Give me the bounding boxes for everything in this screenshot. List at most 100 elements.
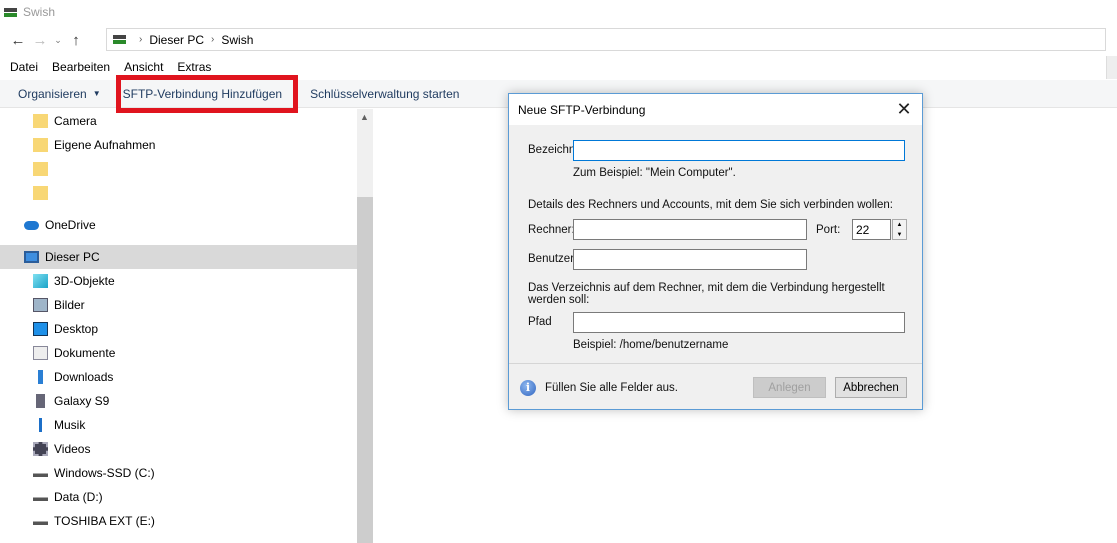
window-title: Swish: [23, 5, 56, 19]
breadcrumb-separator: ›: [139, 34, 143, 45]
folder-icon: [33, 138, 48, 152]
sidebar-item[interactable]: Dieser PC: [0, 245, 357, 269]
user-input[interactable]: [573, 249, 807, 270]
sidebar-item[interactable]: Videos: [0, 437, 357, 461]
folder-icon: [33, 162, 48, 176]
sidebar-item[interactable]: Musik: [0, 413, 357, 437]
computer-icon: [24, 251, 39, 263]
host-input[interactable]: [573, 219, 807, 240]
sidebar-item-label: TOSHIBA EXT (E:): [54, 514, 155, 528]
video-icon: [33, 442, 48, 456]
sidebar-item[interactable]: Desktop: [0, 317, 357, 341]
drive-icon: [33, 493, 48, 501]
sidebar-item[interactable]: Camera: [0, 109, 357, 133]
highlight-box: [116, 75, 298, 113]
cube-icon: [33, 274, 48, 288]
music-icon: [33, 418, 48, 432]
create-button[interactable]: Anlegen: [753, 377, 826, 398]
window-title-bar: Swish: [0, 0, 1117, 24]
sidebar-item-label: Data (D:): [54, 490, 103, 504]
dialog-title: Neue SFTP-Verbindung: [518, 102, 646, 117]
drive-icon: [33, 517, 48, 525]
sidebar-item[interactable]: TOSHIBA EXT (E:): [0, 509, 357, 533]
back-arrow-icon[interactable]: ←: [7, 32, 29, 49]
navigation-pane-scrollbar[interactable]: ▲: [357, 109, 373, 543]
sidebar-item-label: Eigene Aufnahmen: [54, 138, 156, 152]
sidebar-item-label: Videos: [54, 442, 91, 456]
info-icon: i: [520, 380, 536, 396]
sidebar-item-label: Musik: [54, 418, 86, 432]
path-input[interactable]: [573, 312, 905, 333]
sidebar-item-label: Camera: [54, 114, 97, 128]
sidebar-item[interactable]: [0, 181, 357, 205]
swish-drive-icon: [4, 7, 17, 17]
name-hint: Zum Beispiel: "Mein Computer".: [573, 167, 736, 179]
host-label: Rechner:: [528, 224, 575, 236]
pictures-icon: [33, 298, 48, 312]
key-manager-button[interactable]: Schlüsselverwaltung starten: [300, 81, 469, 107]
name-label: Bezeichn: [528, 144, 576, 156]
details-text: Details des Rechners und Accounts, mit d…: [528, 199, 893, 211]
address-scroll[interactable]: [1106, 56, 1117, 79]
menu-datei[interactable]: Datei: [10, 60, 38, 78]
breadcrumb-dieser-pc[interactable]: Dieser PC: [149, 33, 204, 47]
port-label: Port:: [816, 224, 841, 236]
path-label: Pfad: [528, 316, 552, 328]
sidebar-item[interactable]: [0, 157, 357, 181]
sidebar-item-label: Downloads: [54, 370, 114, 384]
new-sftp-connection-dialog: Neue SFTP-Verbindung ✕ Bezeichn Zum Beis…: [508, 93, 923, 410]
sidebar-item[interactable]: Data (D:): [0, 485, 357, 509]
key-manager-label: Schlüsselverwaltung starten: [310, 86, 460, 101]
sidebar-item-label: OneDrive: [45, 218, 96, 232]
sidebar-item[interactable]: OneDrive: [0, 213, 357, 237]
close-icon[interactable]: ✕: [892, 98, 916, 120]
organize-button[interactable]: Organisieren ▼: [0, 81, 111, 107]
navigation-bar: ← → ⌄ ↑ › Dieser PC › Swish: [0, 28, 1117, 79]
folder-icon: [33, 186, 48, 200]
cloud-icon: [24, 220, 39, 230]
status-message: Füllen Sie alle Felder aus.: [545, 382, 678, 394]
folder-icon: [33, 114, 48, 128]
address-bar[interactable]: › Dieser PC › Swish: [106, 28, 1106, 51]
swish-drive-icon: [113, 35, 126, 44]
breadcrumb-swish[interactable]: Swish: [221, 33, 253, 47]
organize-label: Organisieren: [18, 86, 87, 101]
sidebar-item-label: Dokumente: [54, 346, 116, 360]
sidebar-item[interactable]: 3D-Objekte: [0, 269, 357, 293]
sidebar-item-label: Galaxy S9: [54, 394, 110, 408]
footer-divider: [509, 363, 922, 364]
sidebar-item-label: Desktop: [54, 322, 99, 336]
recent-chevron-down-icon[interactable]: ⌄: [51, 35, 65, 46]
desktop-icon: [33, 322, 48, 336]
phone-icon: [36, 394, 45, 408]
document-icon: [33, 346, 48, 360]
name-input[interactable]: [573, 140, 905, 161]
scrollbar-thumb[interactable]: [357, 197, 373, 543]
dialog-title-bar: Neue SFTP-Verbindung: [509, 94, 922, 125]
cancel-button[interactable]: Abbrechen: [835, 377, 907, 398]
scroll-up-icon[interactable]: ▲: [360, 112, 369, 122]
user-label: Benutzer:: [528, 253, 578, 265]
dropdown-caret-icon: ▼: [92, 89, 101, 98]
spin-up-icon[interactable]: ▲: [893, 220, 906, 230]
download-icon: [33, 370, 48, 384]
sidebar-item[interactable]: Bilder: [0, 293, 357, 317]
navigation-pane: Camera Eigene Aufnahmen OneDrive Dieser PC 3…: [0, 109, 357, 543]
menu-bearbeiten[interactable]: Bearbeiten: [52, 60, 110, 78]
sidebar-item-label: Dieser PC: [45, 250, 100, 264]
port-spinner[interactable]: ▲ ▼: [892, 219, 907, 240]
drive-icon: [33, 469, 48, 477]
spin-down-icon[interactable]: ▼: [893, 230, 906, 240]
forward-arrow-icon[interactable]: →: [29, 32, 51, 49]
sidebar-item-label: Windows-SSD (C:): [54, 466, 155, 480]
directory-text: Das Verzeichnis auf dem Rechner, mit dem…: [528, 282, 885, 306]
sidebar-item[interactable]: Galaxy S9: [0, 389, 357, 413]
sidebar-item[interactable]: Dokumente: [0, 341, 357, 365]
sidebar-item[interactable]: Downloads: [0, 365, 357, 389]
port-input[interactable]: [852, 219, 891, 240]
sidebar-item[interactable]: Windows-SSD (C:): [0, 461, 357, 485]
sidebar-item-label: Bilder: [54, 298, 85, 312]
breadcrumb-separator: ›: [211, 34, 215, 45]
sidebar-item[interactable]: Eigene Aufnahmen: [0, 133, 357, 157]
up-arrow-icon[interactable]: ↑: [65, 32, 87, 49]
